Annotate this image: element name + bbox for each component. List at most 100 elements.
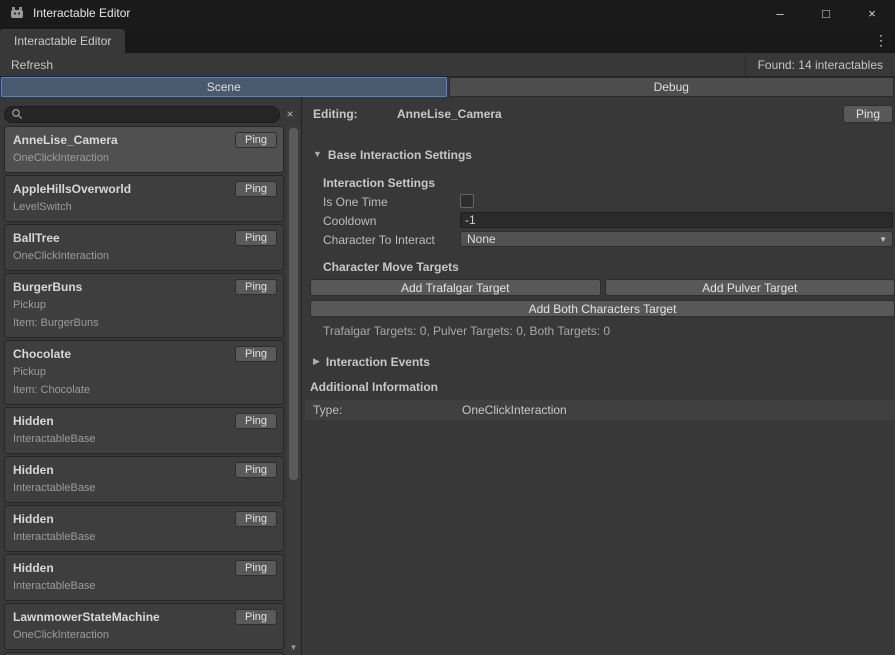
is-one-time-control <box>460 193 893 209</box>
inspector-ping-button[interactable]: Ping <box>843 105 893 123</box>
item-sublines: InteractableBase <box>13 579 275 594</box>
item-subtitle: LevelSwitch <box>13 200 275 215</box>
close-icon[interactable]: × <box>849 0 895 26</box>
list-item[interactable]: Hidden Ping InteractableBase <box>4 554 284 601</box>
type-label: Type: <box>313 403 342 417</box>
tab-scene[interactable]: Scene <box>1 77 447 97</box>
item-ping-button[interactable]: Ping <box>235 609 277 625</box>
item-sublines: OneClickInteraction <box>13 151 275 166</box>
editing-header: Editing: AnneLise_Camera Ping <box>313 105 893 124</box>
list-item[interactable]: BallTree Ping OneClickInteraction <box>4 224 284 271</box>
window-title: Interactable Editor <box>33 6 130 20</box>
is-one-time-checkbox[interactable] <box>460 194 474 208</box>
item-ping-button[interactable]: Ping <box>235 132 277 148</box>
cooldown-label: Cooldown <box>323 214 376 228</box>
view-tabs: Scene Debug <box>0 77 895 97</box>
search-field[interactable] <box>4 106 280 123</box>
move-targets-header: Character Move Targets <box>323 260 459 274</box>
add-pulver-target-button[interactable]: Add Pulver Target <box>605 279 895 296</box>
search-row: × <box>4 105 298 123</box>
tab-interactable-editor[interactable]: Interactable Editor <box>0 29 125 53</box>
dropdown-selected-value: None <box>467 232 496 246</box>
type-row: Type: OneClickInteraction <box>305 400 895 420</box>
add-trafalgar-target-button[interactable]: Add Trafalgar Target <box>310 279 601 296</box>
item-subtitle: OneClickInteraction <box>13 151 275 166</box>
item-subtitle: InteractableBase <box>13 481 275 496</box>
events-foldout-label: Interaction Events <box>326 355 430 369</box>
list-scrollbar[interactable]: ▼ <box>287 126 300 655</box>
item-ping-button[interactable]: Ping <box>235 413 277 429</box>
toolbar: Refresh Found: 14 interactables <box>0 53 895 77</box>
item-sublines: InteractableBase <box>13 530 275 545</box>
list-item[interactable]: Chocolate Ping PickupItem: Chocolate <box>4 340 284 405</box>
is-one-time-label: Is One Time <box>323 195 388 209</box>
character-to-interact-row: Character To Interact None ▼ <box>323 231 893 248</box>
item-subtitle: Item: BurgerBuns <box>13 316 275 331</box>
foldout-open-icon: ▼ <box>313 150 322 159</box>
item-ping-button[interactable]: Ping <box>235 230 277 246</box>
interaction-events-foldout[interactable]: ▶ Interaction Events <box>313 354 430 369</box>
target-buttons-row: Add Trafalgar Target Add Pulver Target <box>310 279 895 296</box>
cooldown-control <box>460 212 893 228</box>
list-item[interactable]: BurgerBuns Ping PickupItem: BurgerBuns <box>4 273 284 338</box>
interactable-editor-window: Interactable Editor – □ × Interactable E… <box>0 0 895 655</box>
list-item[interactable]: AnneLise_Camera Ping OneClickInteraction <box>4 126 284 173</box>
item-sublines: LevelSwitch <box>13 200 275 215</box>
item-ping-button[interactable]: Ping <box>235 560 277 576</box>
cooldown-field[interactable] <box>460 212 893 228</box>
is-one-time-row: Is One Time <box>323 193 893 210</box>
item-sublines: OneClickInteraction <box>13 628 275 643</box>
item-ping-button[interactable]: Ping <box>235 279 277 295</box>
item-sublines: PickupItem: Chocolate <box>13 365 275 398</box>
item-subtitle: OneClickInteraction <box>13 249 275 264</box>
search-clear-icon[interactable]: × <box>282 107 298 121</box>
base-interaction-settings-foldout[interactable]: ▼ Base Interaction Settings <box>313 147 472 162</box>
item-ping-button[interactable]: Ping <box>235 346 277 362</box>
interactable-list: AnneLise_Camera Ping OneClickInteraction… <box>4 126 284 655</box>
foldout-closed-icon: ▶ <box>313 357 320 366</box>
chevron-down-icon: ▼ <box>879 235 887 244</box>
interaction-settings-header: Interaction Settings <box>323 176 435 190</box>
inspector-panel: Editing: AnneLise_Camera Ping ▼ Base Int… <box>305 97 895 655</box>
list-item[interactable]: LawnmowerStateMachine Ping OneClickInter… <box>4 603 284 650</box>
item-subtitle: InteractableBase <box>13 432 275 447</box>
character-to-interact-control: None ▼ <box>460 231 893 247</box>
minimize-icon[interactable]: – <box>757 0 803 26</box>
type-value: OneClickInteraction <box>462 403 567 417</box>
window-titlebar: Interactable Editor – □ × <box>0 0 895 26</box>
kebab-menu-icon[interactable]: ⋮ <box>874 32 895 53</box>
maximize-icon[interactable]: □ <box>803 0 849 26</box>
refresh-button[interactable]: Refresh <box>0 53 64 76</box>
search-icon <box>11 108 23 120</box>
item-subtitle: Pickup <box>13 298 275 313</box>
additional-information-header: Additional Information <box>310 380 438 394</box>
list-item[interactable]: AppleHillsOverworld Ping LevelSwitch <box>4 175 284 222</box>
item-ping-button[interactable]: Ping <box>235 511 277 527</box>
item-sublines: InteractableBase <box>13 481 275 496</box>
item-subtitle: InteractableBase <box>13 579 275 594</box>
cooldown-row: Cooldown <box>323 212 893 229</box>
list-item[interactable]: Hidden Ping InteractableBase <box>4 456 284 503</box>
window-controls: – □ × <box>757 0 895 26</box>
base-foldout-label: Base Interaction Settings <box>328 148 472 162</box>
character-to-interact-dropdown[interactable]: None ▼ <box>460 231 893 247</box>
app-icon <box>9 5 25 21</box>
item-subtitle: OneClickInteraction <box>13 628 275 643</box>
item-subtitle: Pickup <box>13 365 275 380</box>
add-both-characters-target-button[interactable]: Add Both Characters Target <box>310 300 895 317</box>
item-ping-button[interactable]: Ping <box>235 462 277 478</box>
item-subtitle: InteractableBase <box>13 530 275 545</box>
editing-value: AnneLise_Camera <box>397 107 502 121</box>
list-item[interactable]: Hidden Ping InteractableBase <box>4 505 284 552</box>
content-area: × AnneLise_Camera Ping OneClickInteracti… <box>0 97 895 655</box>
item-sublines: InteractableBase <box>13 432 275 447</box>
search-input[interactable] <box>23 107 273 122</box>
scroll-down-icon[interactable]: ▼ <box>287 643 300 653</box>
list-item[interactable]: Hidden Ping InteractableBase <box>4 407 284 454</box>
editing-label: Editing: <box>313 107 358 121</box>
scrollbar-thumb[interactable] <box>289 128 298 480</box>
targets-summary: Trafalgar Targets: 0, Pulver Targets: 0,… <box>323 324 610 338</box>
tab-debug[interactable]: Debug <box>449 77 895 97</box>
item-ping-button[interactable]: Ping <box>235 181 277 197</box>
character-to-interact-label: Character To Interact <box>323 233 435 247</box>
